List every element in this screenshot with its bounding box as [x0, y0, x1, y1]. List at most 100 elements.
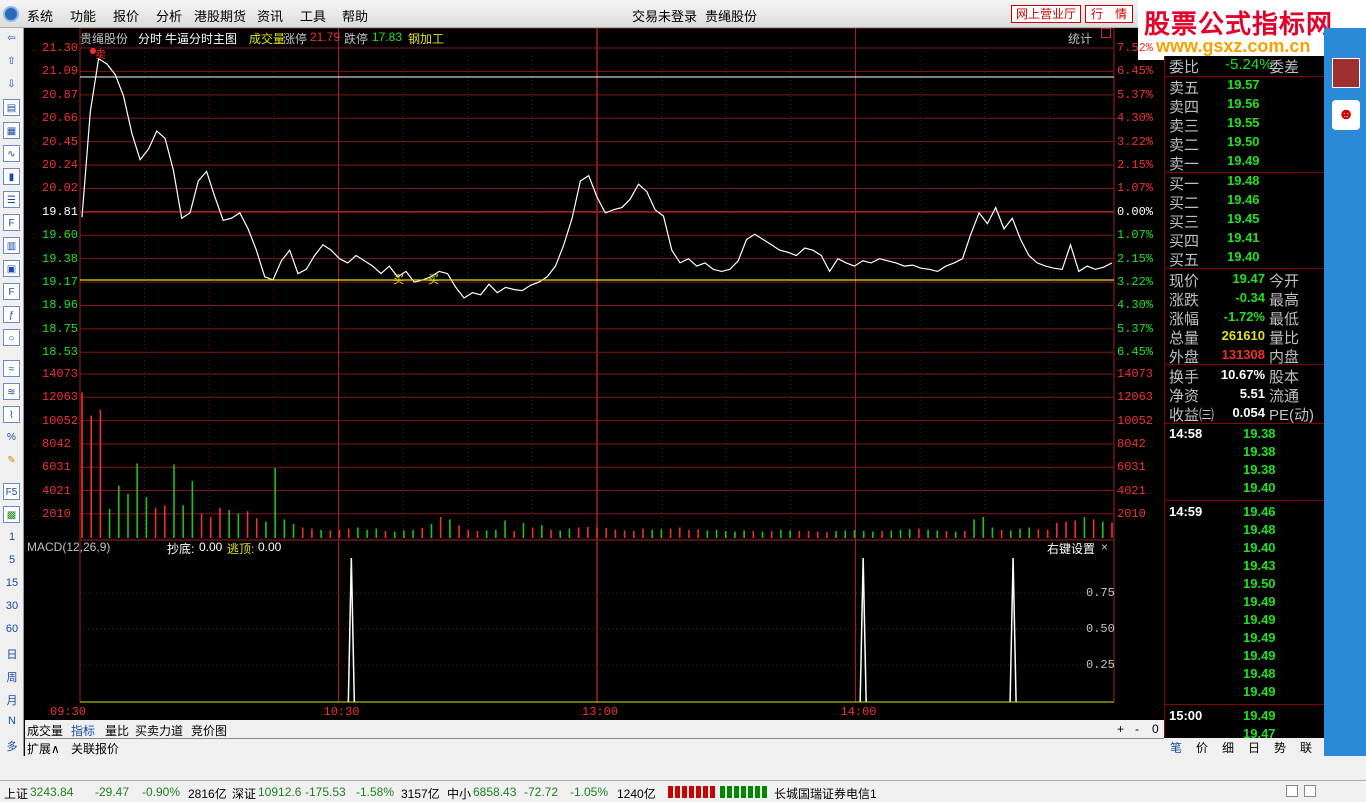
tab-extend[interactable]: 扩展∧: [27, 740, 60, 757]
period-5[interactable]: 5: [0, 554, 24, 566]
wave2-icon[interactable]: ≋: [3, 383, 20, 400]
tab-detail[interactable]: 细: [1222, 739, 1234, 756]
buy-5-label: 买五: [1169, 252, 1200, 269]
doc-icon[interactable]: ▥: [3, 237, 20, 254]
buy-2-price: 19.46: [1227, 192, 1260, 207]
pct-tick: 6.45%: [1117, 345, 1154, 360]
back-arrow-icon[interactable]: ⇦: [3, 30, 20, 47]
tab-price[interactable]: 价: [1196, 739, 1208, 756]
up-arrow-icon[interactable]: ⇧: [3, 53, 20, 70]
zoom-reset-button[interactable]: 0: [1152, 722, 1159, 736]
tab-indicator[interactable]: 指标: [71, 722, 95, 739]
tab-auction[interactable]: 竞价图: [191, 722, 227, 739]
down-arrow-icon[interactable]: ⇩: [3, 76, 20, 93]
f5-icon[interactable]: F5: [3, 483, 20, 500]
grid-icon[interactable]: ▦: [3, 122, 20, 139]
sh-index: 3243.84: [30, 785, 74, 799]
menu-news[interactable]: 资讯: [257, 6, 283, 25]
tick-price: 19.49: [1243, 594, 1276, 609]
candle-icon[interactable]: ▮: [3, 168, 20, 185]
quote-label: 换手: [1169, 369, 1200, 386]
period-1[interactable]: 1: [0, 531, 24, 543]
quote-label-right: 今开: [1269, 273, 1300, 290]
menu-function[interactable]: 功能: [70, 6, 96, 25]
title-stock-name: 贵绳股份: [705, 9, 758, 24]
pencil-icon[interactable]: ✎: [3, 452, 20, 469]
macd-close-icon[interactable]: ×: [1101, 540, 1108, 554]
quote-label-right: 内盘: [1269, 349, 1300, 366]
zx-change: -72.72: [524, 785, 559, 799]
stats-button[interactable]: 统计: [1068, 30, 1092, 47]
f10-icon[interactable]: F: [3, 214, 20, 231]
list-icon[interactable]: ☰: [3, 191, 20, 208]
quote-label-right: 量比: [1269, 330, 1300, 347]
price-tick: 19.38: [42, 251, 79, 266]
pulse-icon[interactable]: ⌇: [3, 406, 20, 423]
period-60[interactable]: 60: [0, 623, 24, 635]
menu-system[interactable]: 系统: [27, 6, 53, 25]
tab-volume[interactable]: 成交量: [27, 722, 63, 739]
tab-volume-ratio[interactable]: 量比: [105, 722, 129, 739]
quote-button[interactable]: 行 情: [1085, 5, 1133, 23]
extend-tab-bar: 扩展∧ 关联报价: [25, 738, 1164, 756]
period-multi[interactable]: 多: [0, 738, 24, 754]
tab-day[interactable]: 日: [1248, 739, 1260, 756]
fiz-icon[interactable]: F: [3, 283, 20, 300]
pct-tick: 4.30%: [1117, 298, 1154, 313]
volume-tick-right: 14073: [1117, 367, 1154, 381]
buy-signal-label-2: 买: [428, 274, 439, 286]
circle-icon[interactable]: ○: [3, 329, 20, 346]
sell-1-price: 19.49: [1227, 153, 1260, 168]
period-month[interactable]: 月: [0, 692, 24, 708]
tab-link[interactable]: 联: [1300, 739, 1312, 756]
intraday-chart[interactable]: 贵绳股份 分时 牛逼分时主图 成交量 涨停 21.79 跌停 17.83 钢加工…: [25, 28, 1153, 720]
volume-label: 成交量: [249, 32, 286, 46]
window-icon[interactable]: [1286, 785, 1298, 797]
menu-tools[interactable]: 工具: [300, 6, 326, 25]
tab-buy-sell-force[interactable]: 买卖力道: [135, 722, 183, 739]
pct-tick: 4.30%: [1117, 111, 1154, 126]
tick-price: 19.40: [1243, 540, 1276, 555]
tab-trend[interactable]: 势: [1274, 739, 1286, 756]
price-tick: 19.17: [42, 275, 79, 290]
limit-up-value: 21.79: [310, 30, 341, 44]
quote-label: 净资: [1169, 388, 1200, 405]
volume-tick: 6031: [42, 460, 71, 475]
wave-icon[interactable]: ≈: [3, 360, 20, 377]
price-tick: 18.75: [42, 321, 79, 336]
period-30[interactable]: 30: [0, 600, 24, 612]
period-day[interactable]: 日: [0, 646, 24, 662]
tab-related-quote[interactable]: 关联报价: [71, 740, 119, 757]
line-chart-icon[interactable]: ∿: [3, 145, 20, 162]
fx-icon[interactable]: ƒ: [3, 306, 20, 323]
menu-hk-futures[interactable]: 港股期货: [194, 6, 246, 25]
time-tick: 09:30: [50, 705, 87, 719]
page-icon[interactable]: ▤: [3, 99, 20, 116]
zoom-in-button[interactable]: +: [1117, 722, 1124, 736]
calendar-icon[interactable]: ▣: [3, 260, 20, 277]
tab-ticks[interactable]: 笔: [1170, 739, 1182, 756]
restore-icon[interactable]: [1101, 28, 1111, 38]
sh-change: -29.47: [95, 785, 130, 799]
mascot-icon[interactable]: ☻: [1332, 100, 1360, 130]
zx-label: 中小: [447, 787, 472, 801]
period-n[interactable]: N: [0, 715, 24, 727]
period-15[interactable]: 15: [0, 577, 24, 589]
indicator-tab-bar: 成交量 指标 量比 买卖力道 竞价图 + - 0: [25, 720, 1164, 738]
price-tick: 20.02: [42, 181, 79, 196]
time-tick: 13:00: [582, 705, 619, 719]
period-week[interactable]: 周: [0, 669, 24, 685]
percent-icon[interactable]: %: [3, 429, 20, 446]
market-breadth-bar-2: [720, 786, 768, 798]
zoom-out-button[interactable]: -: [1135, 722, 1139, 736]
menu-quote[interactable]: 报价: [113, 6, 139, 25]
online-hall-button[interactable]: 网上营业厅: [1011, 5, 1081, 23]
avatar-icon[interactable]: [1332, 58, 1360, 88]
volume-tick-right: 6031: [1117, 460, 1146, 475]
macd-settings[interactable]: 右键设置: [1047, 540, 1095, 557]
window-icon-2[interactable]: [1304, 785, 1316, 797]
menu-analysis[interactable]: 分析: [156, 6, 182, 25]
green-box-icon[interactable]: ▩: [3, 506, 20, 523]
menu-help[interactable]: 帮助: [342, 6, 368, 25]
tick-time: 14:58: [1169, 426, 1203, 441]
